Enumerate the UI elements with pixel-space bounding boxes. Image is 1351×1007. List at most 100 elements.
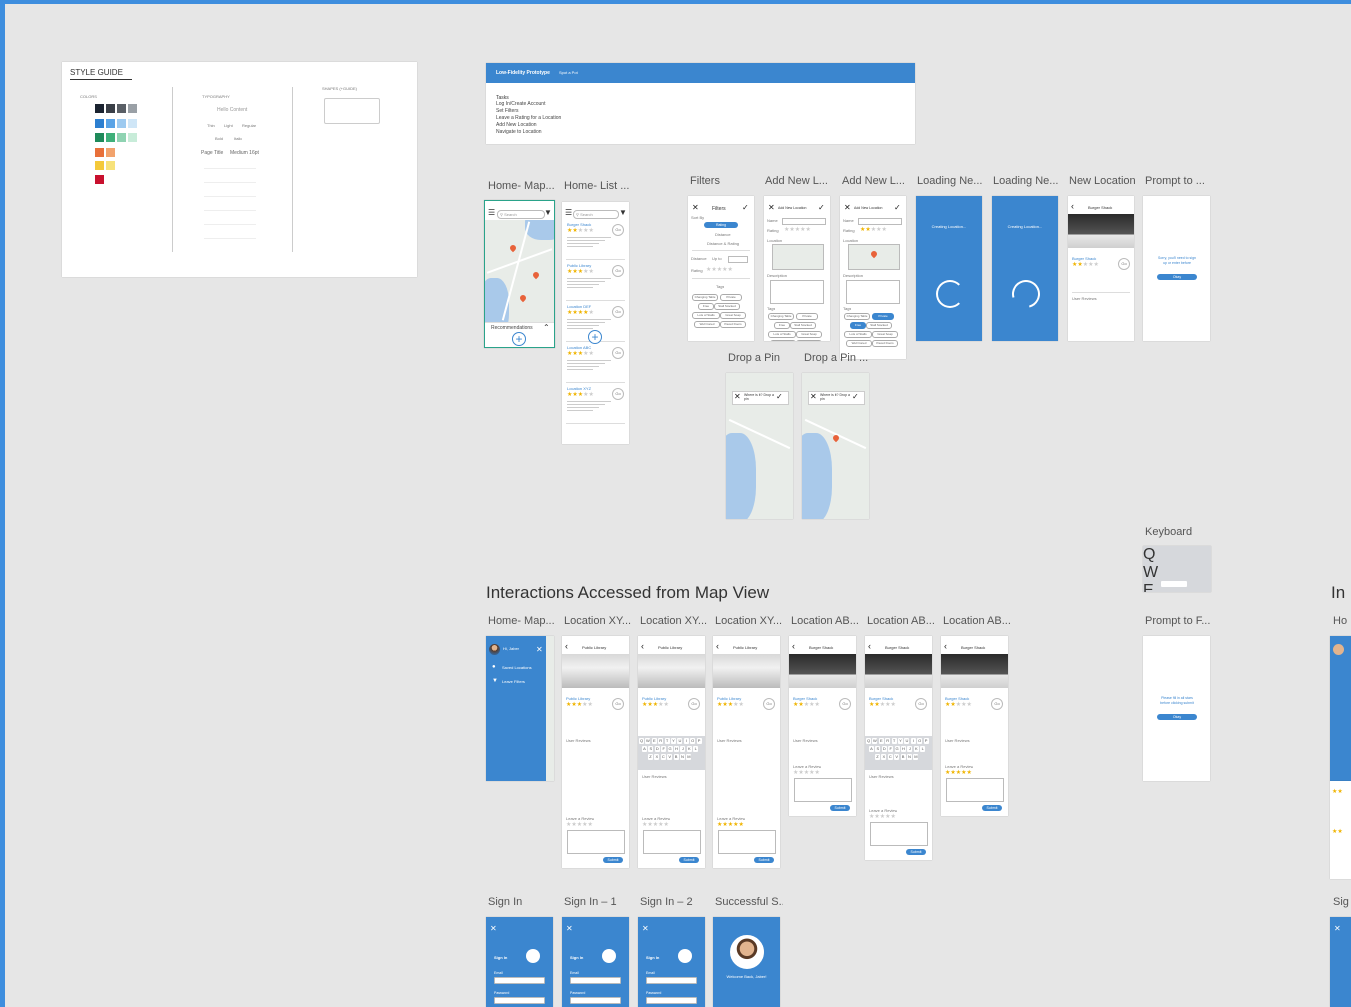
close-icon[interactable]: ✕	[692, 204, 699, 212]
back-icon[interactable]: ‹	[868, 642, 871, 651]
location-map[interactable]	[848, 244, 900, 270]
check-icon[interactable]: ✓	[818, 204, 825, 212]
keyboard-key[interactable]: M	[686, 754, 692, 760]
keyboard-key[interactable]: E	[878, 738, 884, 744]
keyboard-key[interactable]: A	[642, 746, 647, 752]
keyboard-key[interactable]: Z	[648, 754, 653, 760]
list-item[interactable]: Location XYZ ★★★★★ Go	[562, 384, 629, 424]
submit-button[interactable]: Submit	[982, 805, 1002, 811]
keyboard-key[interactable]: K	[913, 746, 919, 752]
location-map[interactable]	[772, 244, 824, 270]
map-view[interactable]	[485, 220, 554, 322]
screen-sign-in[interactable]: ✕ Sign In Email Password	[486, 917, 553, 1007]
keyboard-artboard[interactable]: QWERTYUIOPASDFGHJKLZXCVBNM	[1143, 546, 1211, 592]
tag-chip[interactable]: Private	[872, 313, 894, 320]
screen-home-list[interactable]: ☰ ⚲ Search ▼ Burger Shack ★★★★★ Go Public L…	[562, 202, 629, 444]
keyboard-key[interactable]: M	[913, 754, 919, 760]
keyboard-key[interactable]: W	[872, 738, 878, 744]
back-icon[interactable]: ‹	[1071, 202, 1074, 211]
sort-distance-rating-option[interactable]: Distance & Rating	[707, 241, 739, 247]
go-button[interactable]: Go	[612, 388, 624, 400]
screen-drop-pin-1[interactable]: ✕ Where is it? Drop a pin ✓	[726, 373, 793, 519]
leave-review-stars[interactable]: ★★★★★	[869, 814, 896, 821]
go-button[interactable]: Go	[612, 347, 624, 359]
back-icon[interactable]: ‹	[565, 642, 568, 651]
go-button[interactable]: Go	[915, 698, 927, 710]
space-key[interactable]	[1161, 581, 1187, 587]
go-button[interactable]: Go	[612, 224, 624, 236]
list-item[interactable]: Location ABC ★★★★★ Go	[562, 343, 629, 383]
tag-chip[interactable]: Great Soap	[872, 331, 898, 338]
close-icon[interactable]: ✕	[734, 393, 741, 401]
leave-review-stars[interactable]: ★★★★★	[566, 822, 593, 829]
screen-sidebar-menu[interactable]: Hi, Jaber ✕ ● Saved Locations ▼ Leave Fi…	[486, 636, 554, 781]
check-icon[interactable]: ✓	[742, 204, 749, 212]
keyboard-key[interactable]: Y	[671, 738, 676, 744]
keyboard-key[interactable]: W	[645, 738, 651, 744]
sidebar-item-filters[interactable]: Leave Filters	[502, 679, 525, 684]
keyboard-key[interactable]: P	[923, 738, 929, 744]
tag-chip[interactable]: Stall Stocked	[714, 303, 740, 310]
tag-chip[interactable]: Stall Stocked	[866, 322, 892, 329]
tag-chip[interactable]: Paved Doors	[872, 340, 898, 347]
rating-stars[interactable]: ★★★★★	[784, 227, 811, 234]
screen-drop-pin-2[interactable]: ✕ Where is it? Drop a pin ✓	[802, 373, 869, 519]
keyboard-key[interactable]: K	[686, 746, 692, 752]
keyboard-key[interactable]: T	[664, 738, 670, 744]
password-field[interactable]	[494, 997, 545, 1004]
screen-location-detail[interactable]: ‹ Public Library Public Library ★★★★★ Go User…	[562, 636, 629, 868]
keyboard-key[interactable]: G	[894, 746, 900, 752]
screen-prompt-signup[interactable]: Sorry, you'll need to sign up or enter b…	[1143, 196, 1210, 341]
screen-add-location-2[interactable]: ✕ Add New Location ✓ Name Rating ★★★★★ L…	[840, 196, 906, 359]
screen-location-detail[interactable]: ‹ Burger Shack Burger Shack ★★★★★ Go Q W E R T Y U I…	[865, 636, 932, 860]
screen-sign-in[interactable]: ✕ Sign In Email Password	[562, 917, 629, 1007]
keyboard-key[interactable]: P	[696, 738, 702, 744]
screen-location-detail[interactable]: ‹ Public Library Public Library ★★★★★ Go User…	[713, 636, 780, 868]
filter-icon[interactable]: ▼	[619, 209, 627, 217]
keyboard-key[interactable]: W	[1143, 564, 1211, 582]
screen-add-location-1[interactable]: ✕ Add New Location ✓ Name Rating ★★★★★ L…	[764, 196, 830, 341]
keyboard-key[interactable]: C	[887, 754, 893, 760]
back-icon[interactable]: ‹	[792, 642, 795, 651]
sort-distance-option[interactable]: Distance	[715, 232, 731, 238]
keyboard-key[interactable]: V	[894, 754, 900, 760]
keyboard-key[interactable]: H	[901, 746, 906, 752]
close-icon[interactable]: ✕	[566, 925, 573, 933]
tag-chip[interactable]: Changing Table	[768, 313, 794, 320]
prototype-banner[interactable]: Low-Fidelity Prototype Spot a Pot Tasks …	[486, 63, 915, 144]
tag-chip[interactable]: Free	[850, 322, 866, 329]
rating-filter-stars[interactable]: ★★★★★	[706, 267, 733, 274]
go-button[interactable]: Go	[991, 698, 1003, 710]
keyboard-key[interactable]: J	[680, 746, 686, 752]
go-button[interactable]: Go	[612, 698, 624, 710]
review-textbox[interactable]	[567, 830, 625, 854]
description-input[interactable]	[770, 280, 824, 304]
screen-location-detail[interactable]: ‹ Public Library Public Library ★★★★★ Go Q W E R…	[638, 636, 705, 868]
name-input[interactable]	[782, 218, 826, 225]
keyboard-key[interactable]: X	[654, 754, 660, 760]
review-textbox[interactable]	[643, 830, 701, 854]
search-input[interactable]: ⚲ Search	[497, 210, 545, 219]
tag-chip[interactable]: Lots of Stalls	[844, 331, 872, 338]
tag-chip[interactable]: Paved Doors	[796, 340, 822, 341]
tag-chip[interactable]: Private	[720, 294, 742, 301]
keyboard-key[interactable]: L	[693, 746, 699, 752]
close-icon[interactable]: ✕	[844, 204, 851, 212]
keyboard-key[interactable]: R	[658, 738, 664, 744]
back-icon[interactable]: ‹	[944, 642, 947, 651]
keyboard-key[interactable]: Q	[1143, 546, 1211, 564]
keyboard-key[interactable]: O	[917, 738, 923, 744]
keyboard-key[interactable]: B	[900, 754, 906, 760]
submit-button[interactable]: Submit	[906, 849, 926, 855]
leave-review-stars[interactable]: ★★★★★	[945, 770, 972, 777]
screen-location-detail[interactable]: ‹ Burger Shack Burger Shack ★★★★★ Go User Rev…	[941, 636, 1008, 816]
keyboard-key[interactable]: I	[683, 738, 689, 744]
screen-partial-sidebar[interactable]	[1330, 636, 1351, 781]
review-textbox[interactable]	[718, 830, 776, 854]
keyboard-key[interactable]: X	[881, 754, 887, 760]
tag-chip[interactable]: Well Cared	[694, 321, 720, 328]
prompt-ok-button[interactable]: Okay	[1157, 714, 1197, 720]
screen-new-location[interactable]: ‹ Burger Shack Burger Shack ★★★★★ Go Use…	[1068, 196, 1134, 341]
go-button[interactable]: Go	[763, 698, 775, 710]
description-input[interactable]	[846, 280, 900, 304]
